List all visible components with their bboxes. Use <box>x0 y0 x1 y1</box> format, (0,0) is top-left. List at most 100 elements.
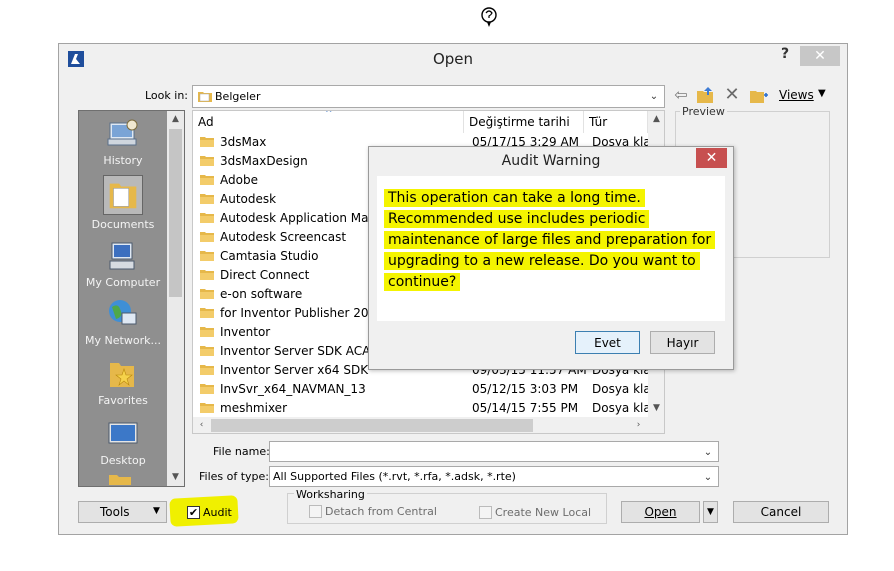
folder-icon <box>200 156 214 166</box>
message-line: upgrading to a new release. Do you want … <box>384 252 700 270</box>
chevron-down-icon[interactable]: ⌄ <box>701 470 715 485</box>
files-of-type-value: All Supported Files (*.rvt, *.rfa, *.ads… <box>273 470 516 483</box>
files-of-type-label: Files of type: <box>199 470 270 483</box>
history-icon <box>107 119 138 146</box>
message-line: continue? <box>384 273 461 291</box>
sort-ascending-icon: ^ <box>325 110 333 119</box>
file-name-cell: InvSvr_x64_NAVMAN_13 <box>220 382 366 396</box>
place-favorites[interactable]: Favorites <box>79 357 167 407</box>
folder-icon <box>200 365 214 375</box>
place-label: My Computer <box>85 276 161 289</box>
place-label: Desktop <box>100 454 146 467</box>
look-in-value: Belgeler <box>215 90 261 103</box>
scroll-down-icon[interactable]: ▼ <box>648 400 664 417</box>
audit-warning-message: This operation can take a long time. Rec… <box>377 176 725 321</box>
audit-warning-title: Audit Warning <box>501 153 601 169</box>
detach-checkbox[interactable] <box>309 505 322 518</box>
worksharing-label: Worksharing <box>294 488 367 501</box>
place-desktop[interactable]: Desktop <box>79 417 167 467</box>
help-button[interactable]: ? <box>772 46 798 66</box>
folder-icon <box>200 384 214 394</box>
scroll-thumb[interactable] <box>211 419 533 432</box>
scroll-left-icon[interactable]: ‹ <box>193 417 210 433</box>
place-label: My Network... <box>85 334 161 347</box>
table-row[interactable]: InvSvr_x64_NAVMAN_13 05/12/15 3:03 PM Dosy… <box>193 380 648 399</box>
dropdown-icon: ▼ <box>153 506 160 516</box>
create-local-checkbox[interactable] <box>479 506 492 519</box>
desktop-icon <box>108 422 138 444</box>
place-label: Favorites <box>98 394 148 407</box>
open-label: Open <box>644 505 677 519</box>
open-dropdown-button[interactable]: ▼ <box>703 501 718 523</box>
file-date-cell: 05/14/15 7:55 PM <box>472 401 579 415</box>
up-folder-icon[interactable] <box>696 86 716 104</box>
look-in-label: Look in: <box>145 89 188 102</box>
folder-icon <box>200 213 214 223</box>
folder-icon <box>200 251 214 261</box>
place-my-network[interactable]: My Network... <box>79 297 167 347</box>
close-button[interactable]: ✕ <box>800 46 840 66</box>
computer-icon <box>109 242 135 270</box>
yes-button[interactable]: Evet <box>575 331 640 354</box>
folder-icon <box>200 270 214 280</box>
tools-label: Tools <box>100 505 130 519</box>
scroll-right-icon[interactable]: › <box>630 417 647 433</box>
folder-icon <box>200 175 214 185</box>
message-line: maintenance of large files and preparati… <box>384 231 716 249</box>
place-my-computer[interactable]: My Computer <box>79 239 167 289</box>
help-cursor-icon <box>481 7 497 27</box>
cancel-button[interactable]: Cancel <box>733 501 829 523</box>
network-icon <box>109 300 137 325</box>
message-line: Recommended use includes periodic <box>384 210 650 228</box>
chevron-down-icon[interactable]: ⌄ <box>647 89 661 104</box>
documents-icon <box>103 175 143 215</box>
folder-icon <box>200 289 214 299</box>
preview-label: Preview <box>680 105 727 118</box>
tools-button[interactable]: Tools ▼ <box>78 501 167 523</box>
file-name-label: File name: <box>213 445 270 458</box>
folder-icon <box>200 327 214 337</box>
scroll-thumb[interactable] <box>169 129 182 297</box>
file-date-cell: 05/12/15 3:03 PM <box>472 382 579 396</box>
places-bar: History Documents My Computer My Network… <box>78 110 185 487</box>
scroll-up-icon[interactable]: ▲ <box>167 111 184 128</box>
folder-icon <box>198 92 212 102</box>
file-type-cell: Dosya klasörü <box>592 401 648 415</box>
column-header-date[interactable]: Değiştirme tarihi <box>464 111 584 133</box>
audit-warning-dialog: Audit Warning ✕ This operation can take … <box>368 146 734 370</box>
folder-icon <box>200 232 214 242</box>
folder-icon <box>200 137 214 147</box>
message-line: This operation can take a long time. <box>384 189 645 207</box>
file-name-input[interactable]: ⌄ <box>269 441 719 462</box>
place-label: History <box>103 154 143 167</box>
audit-warning-close-button[interactable]: ✕ <box>696 148 727 168</box>
file-list-hscroll[interactable]: ‹ › <box>193 417 664 433</box>
create-local-label: Create New Local <box>495 506 592 519</box>
back-arrow-icon[interactable]: ⇦ <box>671 85 691 105</box>
no-button[interactable]: Hayır <box>650 331 715 354</box>
audit-checkbox[interactable]: ✔ <box>187 506 200 519</box>
folder-icon <box>109 475 131 485</box>
chevron-down-icon[interactable]: ⌄ <box>701 445 715 460</box>
files-of-type-combo[interactable]: All Supported Files (*.rvt, *.rfa, *.ads… <box>269 466 719 487</box>
detach-label: Detach from Central <box>325 505 437 518</box>
new-folder-icon[interactable] <box>749 86 769 104</box>
column-header-type[interactable]: Tür <box>584 111 648 133</box>
place-history[interactable]: History <box>79 117 167 167</box>
open-button[interactable]: Open <box>621 501 700 523</box>
look-in-combo[interactable]: Belgeler ⌄ <box>192 85 665 108</box>
scroll-down-icon[interactable]: ▼ <box>167 469 184 486</box>
views-menu[interactable]: Views <box>779 88 814 102</box>
places-scrollbar[interactable]: ▲ ▼ <box>167 111 184 486</box>
title-bar: Open ? ✕ <box>59 44 847 74</box>
dialog-title: Open <box>432 50 474 68</box>
file-name-cell: meshmixer <box>220 401 288 415</box>
table-row[interactable]: meshmixer 05/14/15 7:55 PM Dosya klasörü <box>193 399 648 418</box>
views-dropdown-icon[interactable]: ▼ <box>818 88 826 99</box>
place-label: Documents <box>91 218 155 231</box>
folder-icon <box>200 308 214 318</box>
place-documents[interactable]: Documents <box>79 175 167 231</box>
scroll-up-icon[interactable]: ▲ <box>648 111 664 128</box>
delete-icon[interactable]: ✕ <box>722 85 742 105</box>
folder-icon <box>200 403 214 413</box>
